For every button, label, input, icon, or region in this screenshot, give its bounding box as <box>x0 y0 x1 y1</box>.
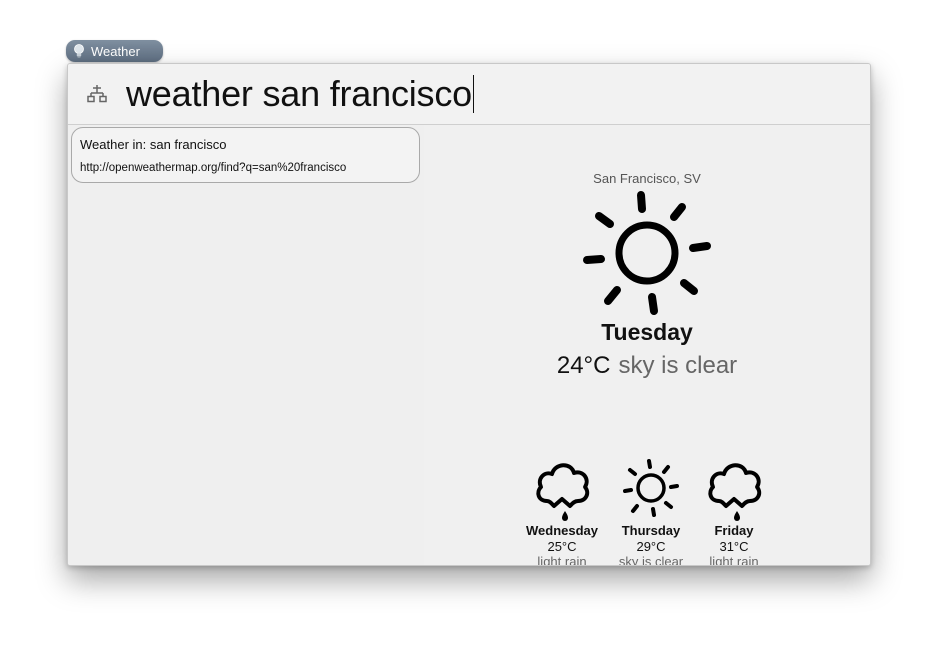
results-list: Weather in: san francisco http://openwea… <box>68 125 424 565</box>
current-temp: 24°C <box>556 352 611 379</box>
rain-cloud-icon <box>536 463 590 521</box>
stage: Weather weather san francisco Weather in… <box>0 0 936 656</box>
command-glyph-icon <box>87 85 107 103</box>
plugin-tab[interactable]: Weather <box>66 40 163 62</box>
search-query-text: weather san francisco <box>126 73 472 114</box>
forecast-day-name: Friday <box>714 523 754 538</box>
sun-icon <box>623 459 679 517</box>
sun-icon <box>583 191 711 315</box>
text-caret <box>472 75 475 113</box>
weather-preview: San Francisco, SV Tuesday 24°C sky is cle… <box>424 125 870 565</box>
forecast-temp: 25°C <box>547 539 577 554</box>
search-bar: weather san francisco <box>68 64 870 125</box>
result-title: Weather in: san francisco <box>80 137 227 152</box>
forecast-temp: 31°C <box>719 539 749 554</box>
current-day: Tuesday <box>601 319 693 345</box>
lightbulb-icon <box>74 44 84 58</box>
search-input[interactable]: weather san francisco <box>126 73 475 115</box>
location-label: San Francisco, SV <box>593 171 701 186</box>
rain-cloud-icon <box>708 463 762 521</box>
current-conditions: 24°C sky is clear <box>424 352 870 380</box>
forecast-day-name: Wednesday <box>525 523 598 538</box>
forecast-description: light rain <box>537 554 587 566</box>
plugin-tab-label: Weather <box>91 43 140 59</box>
result-item[interactable]: Weather in: san francisco http://openwea… <box>71 127 420 183</box>
current-description: sky is clear <box>618 352 738 379</box>
result-url: http://openweathermap.org/find?q=san%20f… <box>80 162 347 174</box>
launcher-window: weather san francisco Weather in: san fr… <box>67 63 871 566</box>
forecast-description: light rain <box>709 554 759 566</box>
